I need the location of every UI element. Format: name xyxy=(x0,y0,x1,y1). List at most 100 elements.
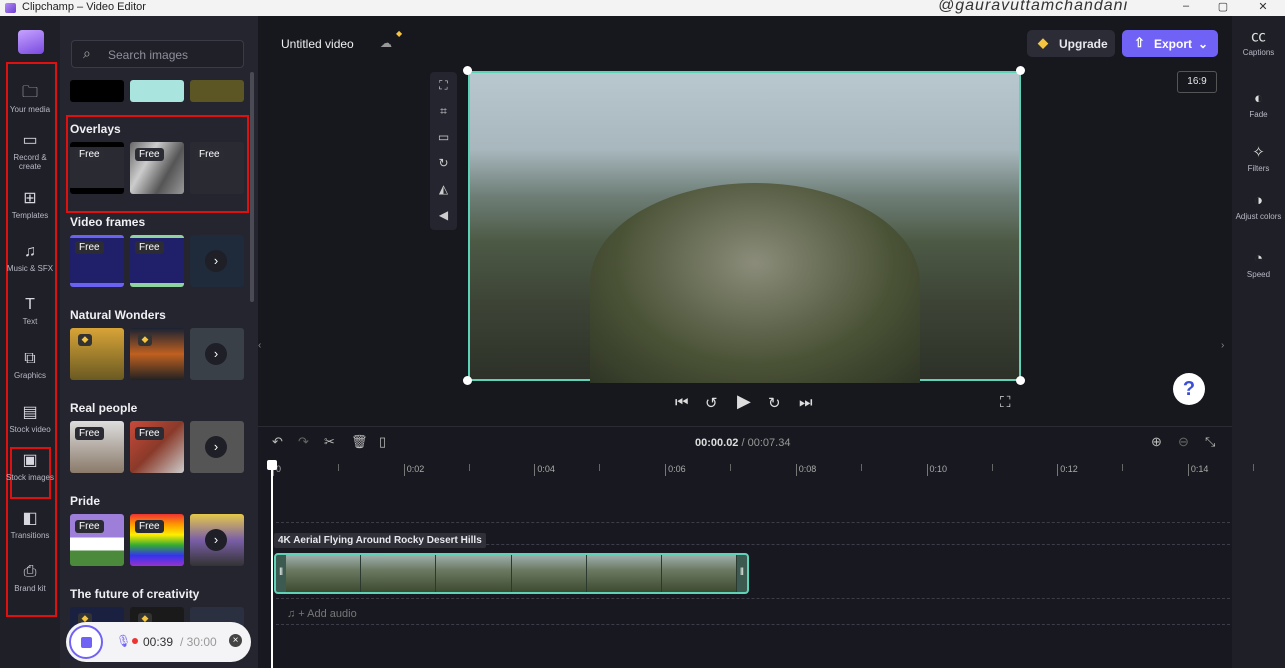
see-more-arrow-icon[interactable]: › xyxy=(205,250,227,272)
panel-scrollbar[interactable] xyxy=(250,72,254,302)
image-thumb[interactable]: Free xyxy=(70,514,124,566)
image-thumb[interactable]: › xyxy=(190,235,244,287)
resize-handle[interactable] xyxy=(1016,66,1025,75)
nav-item-music-sfx[interactable]: ♫ Music & SFX xyxy=(4,243,56,273)
nav-item-text[interactable]: T Text xyxy=(4,296,56,326)
rotate-icon[interactable]: ↻ xyxy=(430,150,457,176)
image-thumb[interactable]: Free xyxy=(130,514,184,566)
video-preview[interactable] xyxy=(468,71,1021,383)
image-thumb[interactable] xyxy=(130,80,184,102)
nav-item-graphics[interactable]: ⧉ Graphics xyxy=(4,350,56,380)
image-thumb[interactable]: Free xyxy=(130,142,184,194)
trim-handle-right[interactable]: ‖ xyxy=(740,567,744,578)
nav-item-transitions[interactable]: ◧ Transitions xyxy=(4,510,56,540)
minimize-button[interactable]: – xyxy=(1176,0,1196,12)
image-thumb[interactable]: › xyxy=(190,514,244,566)
close-recorder-icon[interactable]: × xyxy=(229,634,242,647)
skip-back-icon[interactable]: ⏮ xyxy=(675,394,689,411)
see-more-arrow-icon[interactable]: › xyxy=(205,436,227,458)
tool-adjust-colors[interactable]: ◑ Adjust colors xyxy=(1232,192,1285,221)
clip-title: 4K Aerial Flying Around Rocky Desert Hil… xyxy=(274,533,486,548)
fullscreen-icon[interactable]: ⛶ xyxy=(1000,394,1011,411)
tool-fade[interactable]: ◐ Fade xyxy=(1232,90,1285,119)
free-badge: Free xyxy=(75,241,104,254)
tool-speed[interactable]: ◔ Speed xyxy=(1232,250,1285,279)
fit-timeline-icon[interactable]: ⤡ xyxy=(1205,434,1215,450)
recording-limit: / 30:00 xyxy=(180,635,217,649)
fit-icon[interactable]: ⛶ xyxy=(430,72,457,98)
music-icon: ♫ xyxy=(24,243,36,260)
resize-handle[interactable] xyxy=(1016,376,1025,385)
add-media-icon[interactable]: ▯ xyxy=(379,434,386,450)
video-clip[interactable]: ‖ ‖ xyxy=(274,553,749,594)
pip-icon[interactable]: ▭ xyxy=(430,124,457,150)
time-tick: 0:04 xyxy=(534,464,555,476)
stop-record-button[interactable] xyxy=(69,625,103,659)
resize-handle[interactable] xyxy=(463,66,472,75)
zoom-out-icon[interactable]: ⊖ xyxy=(1178,434,1189,450)
minor-tick xyxy=(860,464,862,471)
maximize-button[interactable]: ▢ xyxy=(1213,0,1233,13)
image-thumb[interactable]: Free xyxy=(190,142,244,194)
flip-vertical-icon[interactable]: ◀ xyxy=(430,202,457,228)
filters-icon: ✧ xyxy=(1252,144,1265,161)
image-thumb[interactable] xyxy=(70,80,124,102)
nav-item-your-media[interactable]: 🗀 Your media xyxy=(4,84,56,114)
see-more-arrow-icon[interactable]: › xyxy=(205,529,227,551)
image-thumb[interactable]: ◆ xyxy=(70,328,124,380)
tool-captions[interactable]: ㏄ Captions xyxy=(1232,28,1285,57)
image-thumb[interactable]: Free xyxy=(130,421,184,473)
zoom-in-icon[interactable]: ⊕ xyxy=(1151,434,1162,450)
image-thumb[interactable]: Free xyxy=(70,142,124,194)
playhead[interactable] xyxy=(267,460,277,668)
free-badge: Free xyxy=(135,427,164,440)
section-title: The future of creativity xyxy=(70,587,200,601)
image-thumb[interactable]: › xyxy=(190,328,244,380)
add-audio-button[interactable]: ♫ + Add audio xyxy=(287,608,357,620)
collapse-panel-icon[interactable]: ‹ xyxy=(258,340,261,351)
resize-handle[interactable] xyxy=(463,376,472,385)
image-thumb[interactable]: ◆ xyxy=(130,328,184,380)
image-thumb[interactable]: Free xyxy=(130,235,184,287)
help-button[interactable]: ? xyxy=(1173,373,1205,405)
project-title[interactable]: Untitled video xyxy=(281,37,354,51)
collapse-right-icon[interactable]: › xyxy=(1221,340,1224,351)
rewind-5-icon[interactable]: ↺ xyxy=(705,394,718,412)
aspect-ratio-button[interactable]: 16:9 xyxy=(1177,71,1217,93)
nav-item-record-create[interactable]: ▭ Record & create xyxy=(4,132,56,171)
image-thumb[interactable]: › xyxy=(190,421,244,473)
crop-icon[interactable]: ⌗ xyxy=(430,98,457,124)
nav-item-templates[interactable]: ⊞ Templates xyxy=(4,190,56,220)
forward-5-icon[interactable]: ↻ xyxy=(768,394,781,412)
image-thumb[interactable] xyxy=(190,80,244,102)
skip-forward-icon[interactable]: ⏭ xyxy=(799,394,813,411)
trim-handle-left[interactable]: ‖ xyxy=(279,567,283,578)
section-title: Natural Wonders xyxy=(70,308,166,322)
export-button[interactable]: ⇧ Export ⌄ xyxy=(1122,30,1218,57)
nav-item-stock-images[interactable]: ▣ Stock images xyxy=(4,452,56,482)
track-divider xyxy=(276,522,1230,523)
track-divider xyxy=(276,598,1230,599)
minor-tick xyxy=(1122,464,1124,471)
delete-icon[interactable]: 🗑 xyxy=(351,434,368,450)
text-icon: T xyxy=(25,296,35,313)
image-thumb[interactable]: Free xyxy=(70,235,124,287)
undo-icon[interactable]: ↶ xyxy=(272,434,283,450)
cut-icon[interactable]: ✂ xyxy=(324,434,335,450)
image-thumb[interactable]: Free xyxy=(70,421,124,473)
free-badge: Free xyxy=(75,427,104,440)
play-icon[interactable]: ▶ xyxy=(737,391,751,412)
free-badge: Free xyxy=(135,241,164,254)
nav-item-stock-video[interactable]: ▤ Stock video xyxy=(4,404,56,434)
tool-filters[interactable]: ✧ Filters xyxy=(1232,144,1285,173)
app-logo-icon xyxy=(5,3,16,13)
redo-icon[interactable]: ↷ xyxy=(298,434,309,450)
time-tick: 0:14 xyxy=(1187,464,1208,476)
nav-item-brand-kit[interactable]: ⎙ Brand kit xyxy=(4,563,56,593)
upgrade-button[interactable]: ◆ Upgrade xyxy=(1027,30,1115,57)
minor-tick xyxy=(991,464,993,471)
search-input[interactable]: ⌕ Search images xyxy=(71,40,244,68)
flip-icon[interactable]: ◭ xyxy=(430,176,457,202)
close-button[interactable]: ✕ xyxy=(1253,0,1273,13)
see-more-arrow-icon[interactable]: › xyxy=(205,343,227,365)
